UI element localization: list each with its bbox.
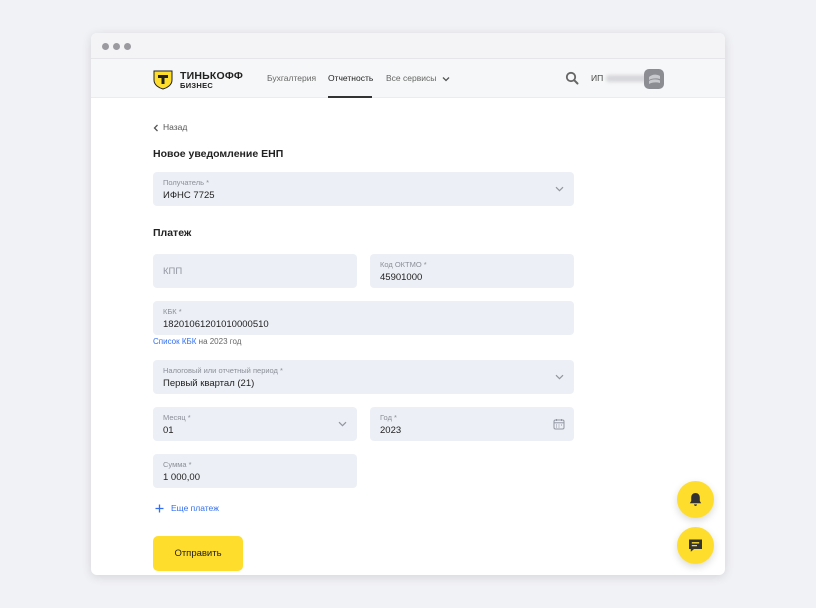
amount-field[interactable]: Сумма * 1 000,00: [153, 454, 357, 488]
nav-active-indicator: [328, 96, 372, 98]
oktmo-label: Код ОКТМО *: [380, 260, 427, 269]
window-titlebar: [91, 33, 725, 59]
kbk-field[interactable]: КБК * 18201061201010000510: [153, 301, 574, 335]
window-dot-maximize[interactable]: [124, 43, 131, 50]
oktmo-value: 45901000: [380, 272, 423, 283]
chevron-down-icon: [442, 76, 450, 82]
chat-icon: [689, 539, 702, 552]
chevron-down-icon: [338, 421, 347, 427]
back-link-label: Назад: [163, 122, 188, 132]
avatar[interactable]: [644, 69, 664, 89]
bell-icon: [689, 493, 702, 506]
period-value: Первый квартал (21): [163, 378, 255, 389]
kbk-hint-text: на 2023 год: [196, 337, 242, 346]
month-label: Месяц *: [163, 413, 191, 422]
kbk-label: КБК *: [163, 307, 182, 316]
site-header: ТИНЬКОФФ БИЗНЕС Бухгалтерия Отчетность В…: [91, 59, 725, 98]
oktmo-field[interactable]: Код ОКТМО * 45901000: [370, 254, 574, 288]
brand-emblem-icon: [153, 70, 173, 90]
chat-button[interactable]: [677, 527, 714, 564]
avatar-shape-icon: [649, 74, 660, 84]
chevron-left-icon: [153, 124, 158, 132]
period-label: Налоговый или отчетный период *: [163, 366, 283, 375]
kbk-value: 18201061201010000510: [163, 319, 269, 330]
nav-item-all-services-label: Все сервисы: [386, 73, 437, 83]
chevron-down-icon: [555, 186, 564, 192]
year-label: Год *: [380, 413, 397, 422]
kpp-field[interactable]: КПП: [153, 254, 357, 288]
browser-window: ТИНЬКОФФ БИЗНЕС Бухгалтерия Отчетность В…: [91, 33, 725, 575]
recipient-value: ИФНС 7725: [163, 190, 215, 201]
page-title: Новое уведомление ЕНП: [153, 148, 284, 160]
period-select[interactable]: Налоговый или отчетный период * Первый к…: [153, 360, 574, 394]
kbk-list-link[interactable]: Список КБК: [153, 337, 196, 346]
recipient-select[interactable]: Получатель * ИФНС 7725: [153, 172, 574, 206]
search-icon[interactable]: [565, 71, 579, 85]
calendar-icon[interactable]: [553, 418, 565, 430]
add-payment-label: Еще платеж: [171, 503, 219, 513]
submit-button[interactable]: Отправить: [153, 536, 243, 571]
notifications-button[interactable]: [677, 481, 714, 518]
amount-label: Сумма *: [163, 460, 192, 469]
year-value: 2023: [380, 425, 402, 436]
nav-item-all-services[interactable]: Все сервисы: [386, 73, 450, 83]
brand-subtitle: БИЗНЕС: [180, 81, 214, 90]
plus-icon: [155, 504, 164, 513]
back-link[interactable]: Назад: [153, 122, 187, 132]
kbk-hint: Список КБК на 2023 год: [153, 337, 241, 346]
user-type: ИП: [591, 73, 604, 83]
amount-value: 1 000,00: [163, 472, 200, 483]
window-dot-minimize[interactable]: [113, 43, 120, 50]
add-payment-button[interactable]: Еще платеж: [155, 503, 219, 513]
year-field[interactable]: Год * 2023: [370, 407, 574, 441]
nav-item-accounting[interactable]: Бухгалтерия: [267, 73, 316, 83]
chevron-down-icon: [555, 374, 564, 380]
nav-item-reporting[interactable]: Отчетность: [328, 73, 373, 83]
payment-section-title: Платеж: [153, 227, 192, 239]
month-value: 01: [163, 425, 174, 436]
kpp-placeholder: КПП: [163, 266, 183, 277]
brand-logo[interactable]: ТИНЬКОФФ БИЗНЕС: [152, 68, 252, 90]
window-dot-close[interactable]: [102, 43, 109, 50]
recipient-label: Получатель *: [163, 178, 209, 187]
month-select[interactable]: Месяц * 01: [153, 407, 357, 441]
